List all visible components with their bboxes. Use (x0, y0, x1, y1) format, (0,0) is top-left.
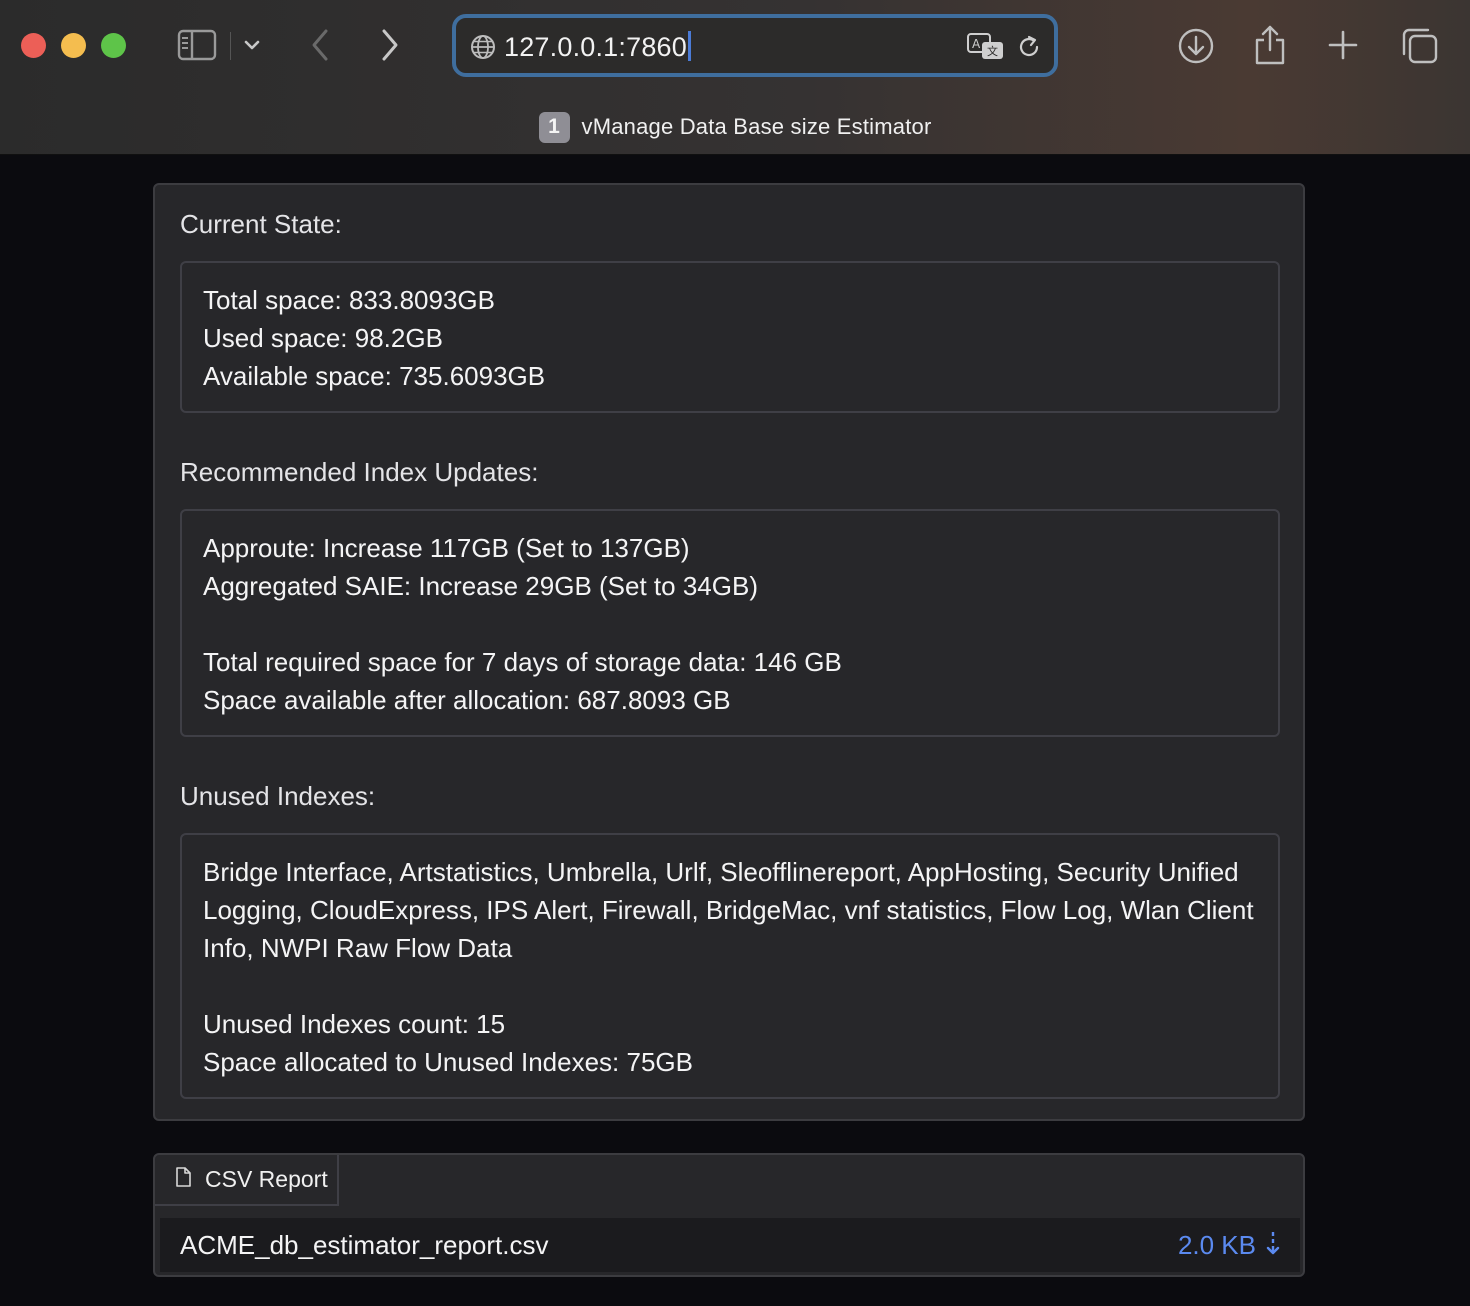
svg-text:文: 文 (987, 44, 998, 58)
unused-indexes-label: Unused Indexes: (180, 781, 376, 811)
close-window-button[interactable] (21, 33, 46, 58)
new-tab-icon[interactable] (1326, 28, 1360, 62)
file-row[interactable]: ACME_db_estimator_report.csv 2.0 KB (160, 1218, 1300, 1272)
active-tab[interactable]: 1 vManage Data Base size Estimator (0, 110, 1470, 144)
tab-overview-icon[interactable] (1398, 26, 1440, 66)
download-arrow-icon[interactable] (1266, 1230, 1280, 1261)
csv-report-panel: CSV Report ACME_db_estimator_report.csv … (153, 1153, 1305, 1277)
results-panel: Current State: Total space: 833.8093GB U… (153, 183, 1305, 1121)
address-bar[interactable]: 127.0.0.1:7860 A文 (452, 14, 1058, 77)
forward-icon[interactable] (374, 26, 406, 64)
share-icon[interactable] (1252, 24, 1288, 66)
tab-title: vManage Data Base size Estimator (581, 114, 932, 139)
aggregated-saie-text: Aggregated SAIE: Increase 29GB (Set to 3… (203, 571, 758, 601)
current-state-label: Current State: (180, 209, 342, 239)
browser-toolbar: 127.0.0.1:7860 A文 1 vManage Data Base si… (0, 0, 1470, 155)
unused-list-line: Bridge Interface, Artstatistics, Umbrell… (203, 857, 1239, 887)
globe-icon (470, 34, 496, 60)
file-size[interactable]: 2.0 KB (1178, 1230, 1256, 1261)
url-value: 127.0.0.1:7860 (504, 32, 687, 62)
unused-indexes-textbox[interactable]: Bridge Interface, Artstatistics, Umbrell… (180, 833, 1280, 1099)
unused-list-line: Info, NWPI Raw Flow Data (203, 933, 513, 963)
svg-text:A: A (972, 37, 981, 51)
approute-text: Approute: Increase 117GB (Set to 137GB) (203, 533, 690, 563)
unused-count-text: Unused Indexes count: 15 (203, 1009, 506, 1039)
translate-icon[interactable]: A文 (966, 32, 1006, 62)
unused-list-line: Logging, CloudExpress, IPS Alert, Firewa… (203, 895, 1254, 925)
minimize-window-button[interactable] (61, 33, 86, 58)
tab-number-badge: 1 (538, 111, 570, 143)
url-text: 127.0.0.1:7860 (504, 31, 691, 63)
total-space-text: Total space: 833.8093GB (203, 285, 495, 315)
sidebar-icon[interactable] (176, 28, 218, 62)
csv-report-tab[interactable]: CSV Report (155, 1155, 339, 1206)
used-space-text: Used space: 98.2GB (203, 323, 443, 353)
file-icon (175, 1167, 191, 1192)
text-caret (687, 31, 691, 61)
toolbar-divider (230, 32, 231, 60)
unused-space-text: Space allocated to Unused Indexes: 75GB (203, 1047, 693, 1077)
download-icon[interactable] (1176, 26, 1216, 66)
zoom-window-button[interactable] (101, 33, 126, 58)
csv-report-label: CSV Report (205, 1166, 328, 1192)
recommended-textbox[interactable]: Approute: Increase 117GB (Set to 137GB) … (180, 509, 1280, 737)
file-download[interactable]: 2.0 KB (1178, 1230, 1280, 1261)
current-state-textbox[interactable]: Total space: 833.8093GB Used space: 98.2… (180, 261, 1280, 413)
file-name[interactable]: ACME_db_estimator_report.csv (180, 1230, 548, 1261)
available-space-text: Available space: 735.6093GB (203, 361, 546, 391)
chevron-down-icon[interactable] (240, 34, 264, 56)
space-after-allocation-text: Space available after allocation: 687.80… (203, 685, 731, 715)
reload-icon[interactable] (1014, 32, 1044, 62)
recommended-label: Recommended Index Updates: (180, 457, 539, 487)
back-icon[interactable] (304, 26, 336, 64)
total-required-text: Total required space for 7 days of stora… (203, 647, 842, 677)
